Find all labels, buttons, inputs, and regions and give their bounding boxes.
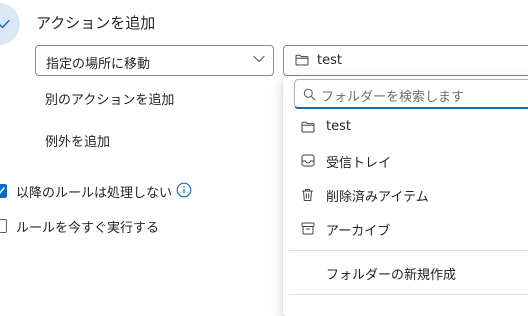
- add-exception-link[interactable]: 例外を追加: [45, 131, 110, 150]
- trash-icon: [302, 189, 313, 201]
- search-icon: [303, 88, 316, 101]
- folder-icon: [295, 54, 309, 66]
- checkmark-icon: [0, 19, 10, 29]
- target-folder-field[interactable]: test: [283, 45, 528, 76]
- menu-item-test[interactable]: test: [283, 113, 528, 143]
- run-now-checkbox[interactable]: [0, 219, 7, 233]
- folder-search-input[interactable]: フォルダーを検索します: [294, 79, 528, 109]
- stop-processing-checkbox[interactable]: [0, 184, 7, 198]
- checkmark-icon: [0, 187, 5, 194]
- menu-item-deleted-items[interactable]: 削除済みアイテム: [283, 180, 528, 210]
- add-another-action-link[interactable]: 別のアクションを追加: [45, 89, 174, 108]
- action-type-value: 指定の場所に移動: [46, 57, 151, 72]
- menu-item-archive[interactable]: アーカイブ: [283, 214, 528, 244]
- stop-processing-label[interactable]: 以降のルールは処理しない: [16, 182, 172, 201]
- menu-item-label: アーカイブ: [326, 224, 391, 239]
- menu-divider: [289, 294, 528, 295]
- step-title: アクションを追加: [36, 14, 156, 32]
- menu-divider: [289, 250, 528, 251]
- step-indicator: [0, 3, 20, 45]
- run-now-label[interactable]: ルールを今すぐ実行する: [16, 217, 159, 236]
- archive-icon: [301, 222, 315, 235]
- info-icon[interactable]: [176, 182, 192, 198]
- chevron-down-icon: [253, 55, 265, 63]
- menu-item-inbox[interactable]: 受信トレイ: [283, 146, 528, 176]
- folder-icon: [301, 121, 315, 133]
- target-folder-value: test: [317, 53, 342, 68]
- menu-item-label: 受信トレイ: [326, 156, 392, 171]
- menu-item-label: 削除済みアイテム: [326, 190, 429, 205]
- action-type-dropdown[interactable]: 指定の場所に移動: [35, 45, 274, 76]
- folder-search-placeholder: フォルダーを検索します: [321, 90, 465, 105]
- create-new-folder-button[interactable]: フォルダーの新規作成: [326, 264, 456, 283]
- inbox-icon: [301, 154, 315, 167]
- menu-item-label: test: [326, 119, 351, 134]
- folder-picker-menu: フォルダーを検索します test 受信トレイ 削除済みアイテム アーカイブ フォ…: [283, 76, 528, 316]
